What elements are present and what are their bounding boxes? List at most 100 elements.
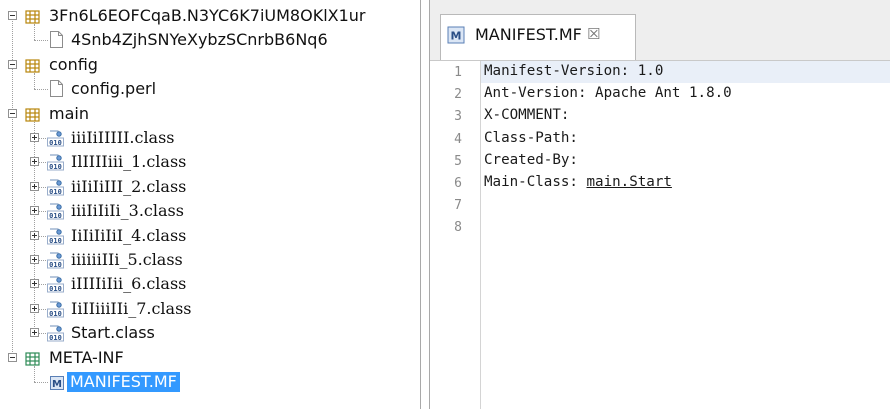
expand-toggle-icon[interactable] xyxy=(30,255,39,264)
class-file-icon: 010 xyxy=(47,203,64,220)
tab-title: MANIFEST.MF xyxy=(475,25,582,44)
tree-item-label: IiIIiiiIIi_7.class xyxy=(71,298,192,318)
svg-text:010: 010 xyxy=(49,139,62,147)
tree-item-label: iIIIIiIii_6.class xyxy=(71,274,187,294)
tree-item-label: main xyxy=(49,103,89,123)
main-class-link[interactable]: main.Start xyxy=(587,174,672,190)
tree-file-manifest[interactable]: M MANIFEST.MF xyxy=(4,372,420,396)
tree-package[interactable]: config xyxy=(4,55,420,79)
code-line-text: Ant-Version: Apache Ant 1.8.0 xyxy=(484,85,732,102)
svg-text:010: 010 xyxy=(49,212,62,220)
collapse-toggle-icon[interactable] xyxy=(8,59,17,69)
code-line-text: Manifest-Version: 1.0 xyxy=(484,63,664,79)
code-line-text: X-COMMENT: xyxy=(484,107,570,124)
line-number-gutter: 1 2 3 4 5 6 7 8 xyxy=(430,61,481,409)
code-line: Ant-Version: Apache Ant 1.8.0 xyxy=(484,85,732,101)
expand-toggle-icon[interactable] xyxy=(30,279,39,289)
expand-toggle-icon[interactable] xyxy=(30,157,39,167)
tree-class-file[interactable]: 010 IiIiIiIiI_4.class xyxy=(4,226,420,250)
tree-package[interactable]: 3Fn6L6EOFCqaB.N3YC6K7iUM8OKlX1ur xyxy=(4,6,420,30)
package-explorer-tree[interactable]: 3Fn6L6EOFCqaB.N3YC6K7iUM8OKlX1ur 4Snb4Zjh… xyxy=(0,0,421,409)
file-icon xyxy=(50,31,63,49)
class-file-icon: 010 xyxy=(47,228,64,245)
collapse-toggle-icon[interactable] xyxy=(8,352,17,362)
code-line: Manifest-Version: 1.0 xyxy=(484,63,663,79)
code-line-text: Class-Path: xyxy=(484,129,578,146)
tree-class-file[interactable]: 010 iiiiiiIIi_5.class xyxy=(4,250,420,274)
package-icon xyxy=(25,58,40,73)
package-icon xyxy=(25,107,40,122)
class-file-icon: 010 xyxy=(47,130,64,147)
svg-text:010: 010 xyxy=(49,310,62,318)
expand-toggle-icon[interactable] xyxy=(30,328,39,338)
line-number: 3 xyxy=(454,109,462,125)
svg-text:010: 010 xyxy=(49,188,62,196)
tree-item-label: iiIiIiIII_2.class xyxy=(71,176,187,196)
tree-item-label: 4Snb4ZjhSNYeXybzSCnrbB6Nq6 xyxy=(71,30,328,50)
collapse-toggle-icon[interactable] xyxy=(8,11,17,20)
svg-text:M: M xyxy=(52,379,62,390)
tree-folder-meta-inf[interactable]: META-INF xyxy=(4,348,420,372)
line-number: 1 xyxy=(454,65,462,80)
tree-item-label: META-INF xyxy=(49,347,124,367)
tree-item-label: 3Fn6L6EOFCqaB.N3YC6K7iUM8OKlX1ur xyxy=(49,6,366,25)
tree-class-file[interactable]: 010 IlIIIIiii_1.class xyxy=(4,152,420,176)
expand-toggle-icon[interactable] xyxy=(30,133,39,142)
class-file-icon: 010 xyxy=(47,301,64,318)
tree-class-file[interactable]: 010 Start.class xyxy=(4,323,420,347)
line-number: 7 xyxy=(454,198,462,214)
line-number: 8 xyxy=(454,220,462,236)
tree-item-label: config.perl xyxy=(71,79,157,99)
manifest-file-icon: M xyxy=(447,26,465,44)
tree-class-file[interactable]: 010 iiiIiIIIII.class xyxy=(4,128,420,152)
tree-item-label: IiIiIiIiI_4.class xyxy=(71,225,187,245)
tree-item-label: iiiIiIiIi_3.class xyxy=(71,201,184,221)
class-file-icon: 010 xyxy=(47,154,64,171)
manifest-file-icon: M xyxy=(50,375,64,390)
svg-text:010: 010 xyxy=(49,261,62,269)
manifest-editor: M MANIFEST.MF ☒ 1 2 3 4 5 6 7 8 Manifest-Versio… xyxy=(429,0,890,409)
expand-toggle-icon[interactable] xyxy=(30,181,39,191)
file-icon xyxy=(50,80,63,98)
svg-text:010: 010 xyxy=(49,237,62,245)
collapse-toggle-icon[interactable] xyxy=(8,108,17,118)
eclipse-window: 3Fn6L6EOFCqaB.N3YC6K7iUM8OKlX1ur 4Snb4Zjh… xyxy=(0,0,890,409)
class-file-icon: 010 xyxy=(47,179,64,196)
tree-item-label: Start.class xyxy=(71,323,155,343)
tree-file[interactable]: config.perl xyxy=(4,79,420,103)
tree-class-file[interactable]: 010 iIIIIiIii_6.class xyxy=(4,274,420,298)
svg-text:M: M xyxy=(451,30,462,43)
code-line-text: Main-Class: xyxy=(484,174,587,190)
tree-item-label: iiiIiIIIII.class xyxy=(71,128,175,147)
tree-file[interactable]: 4Snb4ZjhSNYeXybzSCnrbB6Nq6 xyxy=(4,30,420,54)
tree-class-file[interactable]: 010 iiiIiIiIi_3.class xyxy=(4,201,420,225)
tree-class-file[interactable]: 010 iiIiIiIII_2.class xyxy=(4,177,420,201)
code-line: Created-By: xyxy=(484,152,578,168)
svg-text:010: 010 xyxy=(49,285,62,293)
code-line: X-COMMENT: xyxy=(484,107,569,123)
expand-toggle-icon[interactable] xyxy=(30,230,39,240)
class-file-icon: 010 xyxy=(47,276,64,293)
close-icon[interactable]: ☒ xyxy=(587,25,600,43)
line-number: 4 xyxy=(454,131,462,147)
editor-tab-bar: M MANIFEST.MF ☒ xyxy=(430,0,890,61)
code-line: Main-Class: main.Start xyxy=(484,174,672,190)
class-file-icon: 010 xyxy=(47,252,64,269)
tree-package[interactable]: main xyxy=(4,104,420,128)
tree-class-file[interactable]: 010 IiIIiiiIIi_7.class xyxy=(4,299,420,323)
tab-manifest[interactable]: M MANIFEST.MF ☒ xyxy=(440,14,636,60)
tree-item-label: MANIFEST.MF xyxy=(67,372,180,392)
tree-item-label: IlIIIIiii_1.class xyxy=(71,152,187,172)
expand-toggle-icon[interactable] xyxy=(30,206,39,216)
code-line-text: Created-By: xyxy=(484,151,578,168)
svg-text:010: 010 xyxy=(49,163,62,171)
tree-item-label: config xyxy=(49,54,98,74)
svg-text:010: 010 xyxy=(49,334,62,342)
expand-toggle-icon[interactable] xyxy=(30,303,39,313)
package-icon xyxy=(25,9,40,24)
folder-icon xyxy=(25,351,40,366)
code-line: Class-Path: xyxy=(484,130,578,146)
line-number: 6 xyxy=(454,176,462,191)
line-number: 2 xyxy=(454,87,462,103)
line-number: 5 xyxy=(454,153,462,169)
